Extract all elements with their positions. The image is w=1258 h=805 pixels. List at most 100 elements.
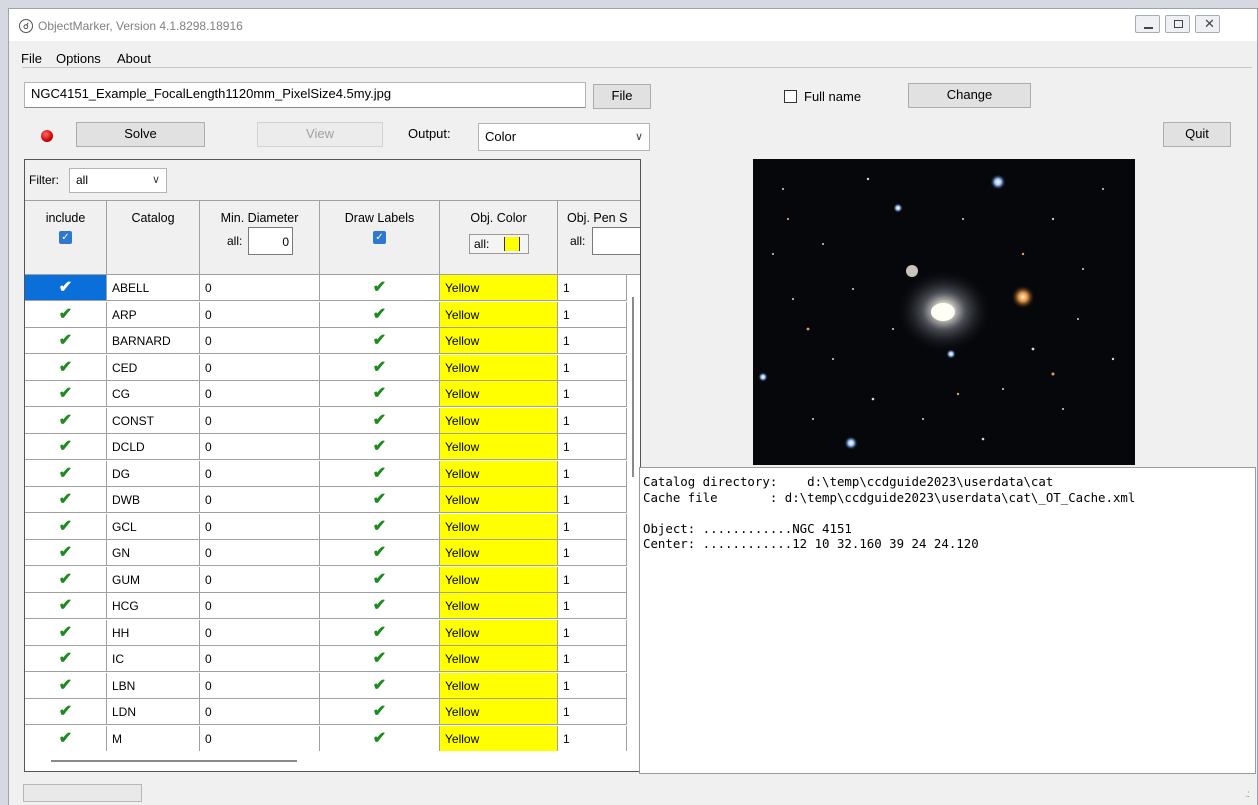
draw-labels-checkbox[interactable]: ✔: [320, 434, 440, 460]
draw-labels-checkbox[interactable]: ✔: [320, 725, 440, 751]
obj-color-cell[interactable]: Yellow: [440, 460, 558, 487]
obj-color-cell[interactable]: Yellow: [440, 566, 558, 593]
draw-labels-checkbox[interactable]: ✔: [320, 699, 440, 725]
obj-color-cell[interactable]: Yellow: [440, 540, 558, 566]
table-row[interactable]: ✔ GCL 0 ✔ Yellow 1: [25, 513, 627, 540]
obj-pen-cell[interactable]: 1: [558, 593, 627, 619]
draw-labels-checkbox[interactable]: ✔: [320, 513, 440, 540]
catalog-cell[interactable]: LBN: [107, 672, 200, 699]
view-button[interactable]: View: [257, 122, 383, 147]
table-row[interactable]: ✔ IC 0 ✔ Yellow 1: [25, 646, 627, 672]
header-obj-color[interactable]: Obj. Color all:: [440, 201, 558, 275]
obj-pen-cell[interactable]: 1: [558, 540, 627, 566]
include-checkbox[interactable]: ✔: [25, 513, 107, 540]
resize-grip-icon[interactable]: .:: [1245, 789, 1249, 800]
catalog-cell[interactable]: IC: [107, 646, 200, 672]
draw-labels-checkbox[interactable]: ✔: [320, 275, 440, 301]
obj-pen-cell[interactable]: 1: [558, 460, 627, 487]
obj-pen-cell[interactable]: 1: [558, 513, 627, 540]
min-diameter-cell[interactable]: 0: [200, 354, 320, 381]
obj-pen-cell[interactable]: 1: [558, 487, 627, 513]
table-row[interactable]: ✔ LBN 0 ✔ Yellow 1: [25, 672, 627, 699]
menu-about[interactable]: About: [117, 51, 151, 66]
filename-field[interactable]: NGC4151_Example_FocalLength1120mm_PixelS…: [24, 82, 586, 108]
table-row[interactable]: ✔ DWB 0 ✔ Yellow 1: [25, 487, 627, 513]
draw-labels-checkbox[interactable]: ✔: [320, 407, 440, 434]
min-diameter-cell[interactable]: 0: [200, 328, 320, 354]
obj-color-cell[interactable]: Yellow: [440, 699, 558, 725]
catalog-cell[interactable]: LDN: [107, 699, 200, 725]
include-checkbox[interactable]: ✔: [25, 619, 107, 646]
change-button[interactable]: Change: [908, 83, 1031, 108]
obj-pen-cell[interactable]: 1: [558, 275, 627, 301]
min-diameter-cell[interactable]: 0: [200, 593, 320, 619]
catalog-cell[interactable]: GCL: [107, 513, 200, 540]
catalog-cell[interactable]: GN: [107, 540, 200, 566]
obj-pen-cell[interactable]: 1: [558, 672, 627, 699]
min-diameter-cell[interactable]: 0: [200, 619, 320, 646]
draw-labels-checkbox[interactable]: ✔: [320, 301, 440, 328]
obj-color-cell[interactable]: Yellow: [440, 646, 558, 672]
include-checkbox[interactable]: ✔: [25, 566, 107, 593]
table-row[interactable]: ✔ BARNARD 0 ✔ Yellow 1: [25, 328, 627, 354]
file-button[interactable]: File: [593, 84, 651, 109]
header-catalog[interactable]: Catalog: [107, 201, 200, 275]
min-diameter-cell[interactable]: 0: [200, 513, 320, 540]
header-obj-pen[interactable]: Obj. Pen S all:: [558, 201, 640, 275]
filter-select[interactable]: all ∨: [69, 168, 167, 193]
catalog-cell[interactable]: ABELL: [107, 275, 200, 301]
obj-color-cell[interactable]: Yellow: [440, 619, 558, 646]
table-row[interactable]: ✔ CONST 0 ✔ Yellow 1: [25, 407, 627, 434]
obj-pen-cell[interactable]: 1: [558, 619, 627, 646]
include-checkbox[interactable]: ✔: [25, 275, 107, 301]
include-checkbox[interactable]: ✔: [25, 593, 107, 619]
min-diameter-cell[interactable]: 0: [200, 672, 320, 699]
min-diameter-cell[interactable]: 0: [200, 487, 320, 513]
catalog-cell[interactable]: GUM: [107, 566, 200, 593]
table-row[interactable]: ✔ LDN 0 ✔ Yellow 1: [25, 699, 627, 725]
table-row[interactable]: ✔ ABELL 0 ✔ Yellow 1: [25, 275, 627, 301]
min-diameter-cell[interactable]: 0: [200, 460, 320, 487]
menu-file[interactable]: File: [21, 51, 42, 66]
table-row[interactable]: ✔ GUM 0 ✔ Yellow 1: [25, 566, 627, 593]
min-diameter-cell[interactable]: 0: [200, 566, 320, 593]
min-diameter-cell[interactable]: 0: [200, 699, 320, 725]
catalog-cell[interactable]: DWB: [107, 487, 200, 513]
obj-color-cell[interactable]: Yellow: [440, 354, 558, 381]
catalog-cell[interactable]: DG: [107, 460, 200, 487]
header-min-diameter[interactable]: Min. Diameter all: 0: [200, 201, 320, 275]
include-checkbox[interactable]: ✔: [25, 328, 107, 354]
obj-pen-cell[interactable]: 1: [558, 328, 627, 354]
solve-button[interactable]: Solve: [76, 122, 205, 147]
obj-color-cell[interactable]: Yellow: [440, 513, 558, 540]
include-checkbox[interactable]: ✔: [25, 434, 107, 460]
obj-pen-cell[interactable]: 1: [558, 407, 627, 434]
maximize-button[interactable]: [1165, 15, 1190, 33]
min-diameter-all-input[interactable]: 0: [248, 227, 293, 255]
table-row[interactable]: ✔ M 0 ✔ Yellow 1: [25, 725, 627, 751]
full-name-checkbox[interactable]: [784, 90, 797, 103]
obj-color-cell[interactable]: Yellow: [440, 381, 558, 407]
catalog-cell[interactable]: HCG: [107, 593, 200, 619]
obj-color-cell[interactable]: Yellow: [440, 275, 558, 301]
obj-pen-cell[interactable]: 1: [558, 301, 627, 328]
draw-labels-checkbox[interactable]: ✔: [320, 672, 440, 699]
obj-pen-cell[interactable]: 1: [558, 381, 627, 407]
menu-options[interactable]: Options: [56, 51, 101, 66]
draw-labels-checkbox[interactable]: ✔: [320, 593, 440, 619]
draw-labels-checkbox[interactable]: ✔: [320, 354, 440, 381]
catalog-cell[interactable]: DCLD: [107, 434, 200, 460]
include-checkbox[interactable]: ✔: [25, 725, 107, 751]
obj-pen-cell[interactable]: 1: [558, 725, 627, 751]
obj-pen-cell[interactable]: 1: [558, 566, 627, 593]
obj-pen-cell[interactable]: 1: [558, 354, 627, 381]
obj-color-cell[interactable]: Yellow: [440, 672, 558, 699]
catalog-cell[interactable]: BARNARD: [107, 328, 200, 354]
obj-color-cell[interactable]: Yellow: [440, 487, 558, 513]
draw-labels-checkbox[interactable]: ✔: [320, 487, 440, 513]
min-diameter-cell[interactable]: 0: [200, 381, 320, 407]
min-diameter-cell[interactable]: 0: [200, 275, 320, 301]
draw-labels-checkbox[interactable]: ✔: [320, 381, 440, 407]
scrollbar-thumb[interactable]: [632, 297, 634, 477]
obj-pen-all-input[interactable]: [592, 227, 640, 255]
